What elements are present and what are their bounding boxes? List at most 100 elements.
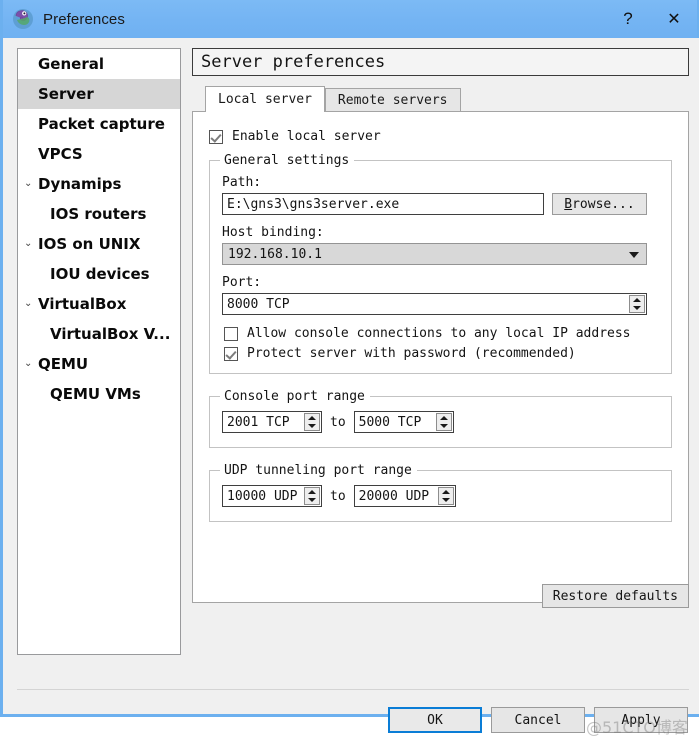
gns3-chameleon-icon bbox=[12, 8, 34, 30]
sidebar-item-vpcs[interactable]: VPCS bbox=[18, 139, 180, 169]
enable-local-server-checkbox[interactable] bbox=[209, 130, 223, 144]
chevron-down-icon[interactable]: ⌄ bbox=[24, 359, 36, 369]
sidebar-item-label: QEMU bbox=[36, 355, 88, 373]
stepper-down-icon[interactable] bbox=[305, 422, 319, 430]
browse-button[interactable]: Browse... bbox=[552, 193, 647, 215]
sidebar-item-ios-on-unix[interactable]: ⌄ IOS on UNIX bbox=[18, 229, 180, 259]
udp-port-to-label: to bbox=[330, 489, 346, 504]
udp-port-from-stepper[interactable]: 10000 UDP bbox=[222, 485, 322, 507]
stepper-down-icon[interactable] bbox=[630, 304, 644, 312]
udp-tunneling-port-range-group-title: UDP tunneling port range bbox=[220, 463, 417, 478]
port-label: Port: bbox=[222, 275, 659, 290]
preferences-pane: Server preferences Local server Remote s… bbox=[192, 48, 689, 603]
allow-console-row[interactable]: Allow console connections to any local I… bbox=[224, 326, 659, 341]
tab-remote-servers[interactable]: Remote servers bbox=[325, 88, 461, 112]
stepper-up-icon[interactable] bbox=[437, 414, 451, 422]
sidebar-item-label: VirtualBox V... bbox=[36, 325, 170, 343]
console-port-range-group: Console port range 2001 TCP to 5000 TCP bbox=[209, 396, 672, 448]
allow-console-checkbox[interactable] bbox=[224, 327, 238, 341]
sidebar-item-general[interactable]: General bbox=[18, 49, 180, 79]
browse-button-rest: rowse... bbox=[572, 197, 635, 212]
sidebar-item-label: IOU devices bbox=[36, 265, 150, 283]
sidebar-item-virtualbox[interactable]: ⌄ VirtualBox bbox=[18, 289, 180, 319]
sidebar-item-virtualbox-vms[interactable]: VirtualBox V... bbox=[18, 319, 180, 349]
chevron-down-icon bbox=[629, 252, 639, 258]
port-stepper-buttons[interactable] bbox=[629, 295, 645, 313]
browse-button-accel: B bbox=[564, 197, 572, 212]
stepper-up-icon[interactable] bbox=[439, 488, 453, 496]
page-title: Server preferences bbox=[192, 48, 689, 76]
dialog-body: General Server Packet capture VPCS ⌄ Dyn… bbox=[6, 38, 699, 714]
protect-password-label: Protect server with password (recommende… bbox=[247, 346, 576, 361]
console-port-from-value: 2001 TCP bbox=[227, 415, 290, 430]
port-stepper[interactable]: 8000 TCP bbox=[222, 293, 647, 315]
ok-button[interactable]: OK bbox=[388, 707, 482, 733]
udp-tunneling-port-range-group: UDP tunneling port range 10000 UDP to 20… bbox=[209, 470, 672, 522]
stepper-up-icon[interactable] bbox=[630, 296, 644, 304]
stepper-up-icon[interactable] bbox=[305, 414, 319, 422]
sidebar-item-iou-devices[interactable]: IOU devices bbox=[18, 259, 180, 289]
chevron-down-icon[interactable]: ⌄ bbox=[24, 299, 36, 309]
console-port-from-stepper[interactable]: 2001 TCP bbox=[222, 411, 322, 433]
console-port-to-stepper-buttons[interactable] bbox=[436, 413, 452, 431]
console-port-range-group-title: Console port range bbox=[220, 389, 370, 404]
general-settings-group: General settings Path: E:\gns3\gns3serve… bbox=[209, 160, 672, 374]
protect-password-checkbox[interactable] bbox=[224, 347, 238, 361]
tab-panel-local-server: Enable local server General settings Pat… bbox=[192, 111, 689, 603]
footer-divider bbox=[17, 689, 689, 690]
sidebar-item-label: Dynamips bbox=[36, 175, 121, 193]
console-port-to-stepper[interactable]: 5000 TCP bbox=[354, 411, 454, 433]
apply-button[interactable]: Apply bbox=[594, 707, 688, 733]
title-bar: Preferences ? ✕ bbox=[3, 0, 697, 38]
stepper-down-icon[interactable] bbox=[437, 422, 451, 430]
udp-port-from-stepper-buttons[interactable] bbox=[304, 487, 320, 505]
chevron-down-icon[interactable]: ⌄ bbox=[24, 179, 36, 189]
tab-local-server[interactable]: Local server bbox=[205, 86, 325, 112]
host-binding-select[interactable]: 192.168.10.1 bbox=[222, 243, 647, 265]
protect-password-row[interactable]: Protect server with password (recommende… bbox=[224, 346, 659, 361]
cancel-button[interactable]: Cancel bbox=[491, 707, 585, 733]
window-title: Preferences bbox=[43, 11, 125, 28]
restore-defaults-row: Restore defaults bbox=[192, 584, 689, 608]
sidebar-item-label: Packet capture bbox=[36, 115, 165, 133]
preferences-window: Preferences ? ✕ General Server Packet ca… bbox=[0, 0, 699, 717]
allow-console-label: Allow console connections to any local I… bbox=[247, 326, 631, 341]
port-value: 8000 TCP bbox=[227, 297, 290, 312]
sidebar-item-label: VirtualBox bbox=[36, 295, 126, 313]
dialog-footer: OK Cancel Apply bbox=[6, 700, 699, 740]
path-row: E:\gns3\gns3server.exe Browse... bbox=[222, 193, 659, 215]
enable-local-server-label: Enable local server bbox=[232, 129, 381, 144]
console-port-to-value: 5000 TCP bbox=[359, 415, 422, 430]
sidebar-item-label: IOS on UNIX bbox=[36, 235, 140, 253]
sidebar-item-qemu-vms[interactable]: QEMU VMs bbox=[18, 379, 180, 409]
sidebar-item-label: Server bbox=[36, 85, 94, 103]
path-input[interactable]: E:\gns3\gns3server.exe bbox=[222, 193, 544, 215]
host-binding-label: Host binding: bbox=[222, 225, 659, 240]
udp-port-from-value: 10000 UDP bbox=[227, 489, 297, 504]
preferences-sidebar[interactable]: General Server Packet capture VPCS ⌄ Dyn… bbox=[17, 48, 181, 655]
sidebar-item-dynamips[interactable]: ⌄ Dynamips bbox=[18, 169, 180, 199]
close-icon[interactable]: ✕ bbox=[651, 0, 697, 38]
sidebar-item-label: IOS routers bbox=[36, 205, 146, 223]
general-settings-group-title: General settings bbox=[220, 153, 354, 168]
udp-port-to-stepper[interactable]: 20000 UDP bbox=[354, 485, 456, 507]
chevron-down-icon[interactable]: ⌄ bbox=[24, 239, 36, 249]
stepper-down-icon[interactable] bbox=[305, 496, 319, 504]
sidebar-item-label: General bbox=[36, 55, 104, 73]
console-port-from-stepper-buttons[interactable] bbox=[304, 413, 320, 431]
udp-port-range-row: 10000 UDP to 20000 UDP bbox=[222, 485, 659, 507]
sidebar-item-label: VPCS bbox=[36, 145, 83, 163]
sidebar-item-label: QEMU VMs bbox=[36, 385, 141, 403]
sidebar-item-qemu[interactable]: ⌄ QEMU bbox=[18, 349, 180, 379]
stepper-up-icon[interactable] bbox=[305, 488, 319, 496]
enable-local-server-row[interactable]: Enable local server bbox=[209, 129, 688, 144]
sidebar-item-server[interactable]: Server bbox=[18, 79, 180, 109]
sidebar-item-packet-capture[interactable]: Packet capture bbox=[18, 109, 180, 139]
help-icon[interactable]: ? bbox=[605, 0, 651, 38]
path-label: Path: bbox=[222, 175, 659, 190]
sidebar-item-ios-routers[interactable]: IOS routers bbox=[18, 199, 180, 229]
restore-defaults-button[interactable]: Restore defaults bbox=[542, 584, 689, 608]
tab-bar: Local server Remote servers bbox=[192, 87, 689, 112]
udp-port-to-stepper-buttons[interactable] bbox=[438, 487, 454, 505]
stepper-down-icon[interactable] bbox=[439, 496, 453, 504]
